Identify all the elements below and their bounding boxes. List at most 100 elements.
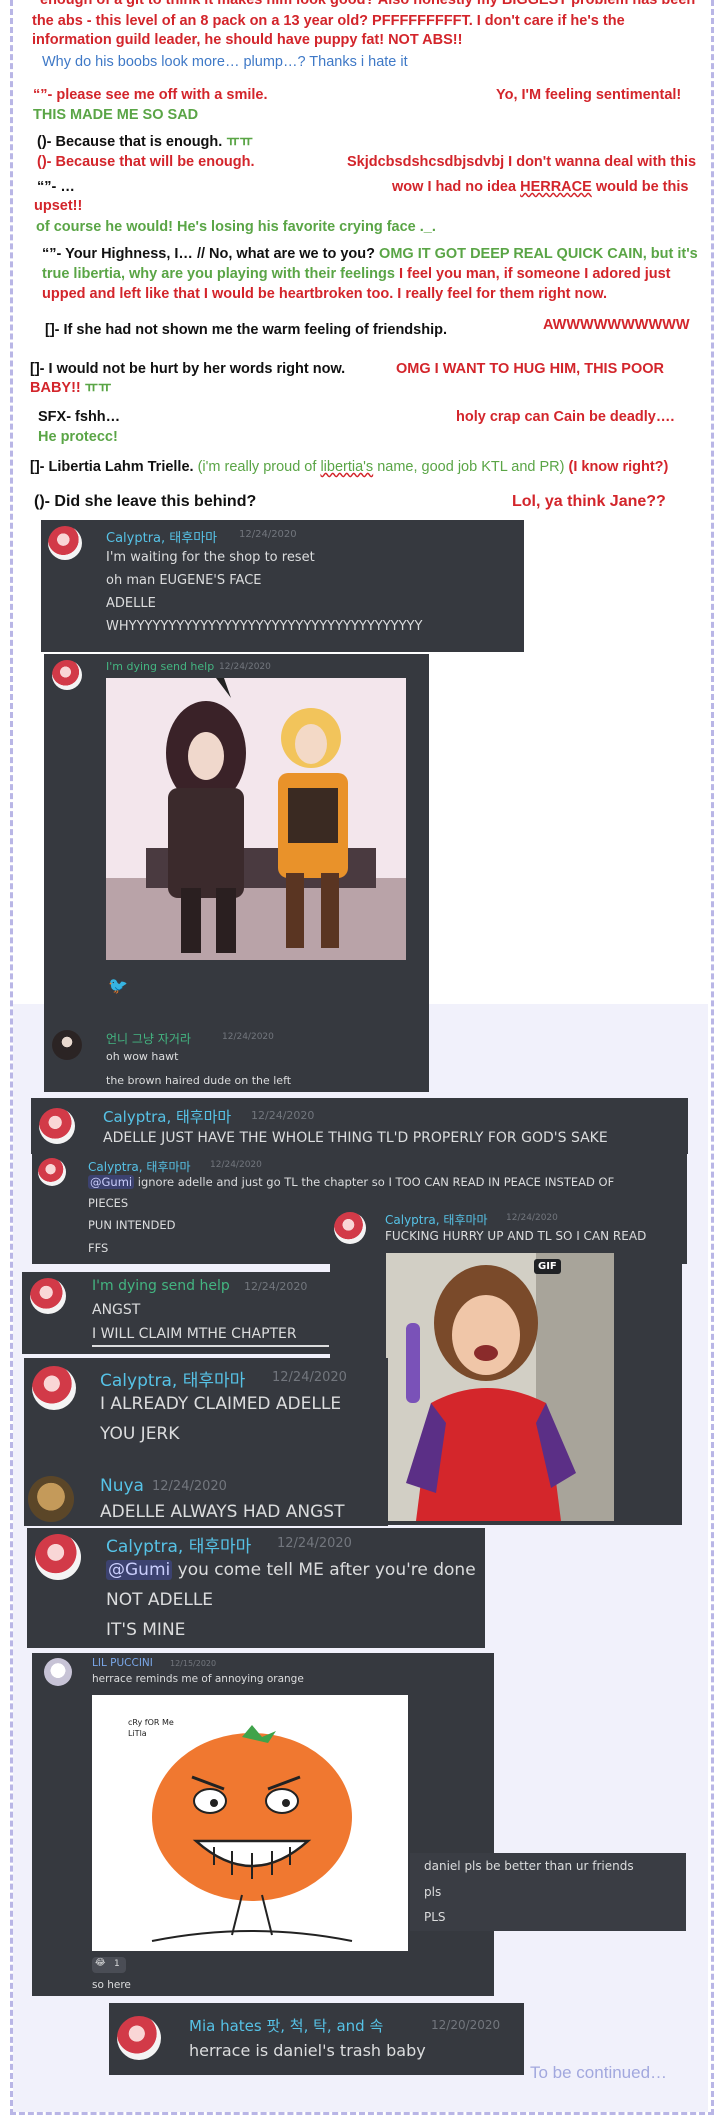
username[interactable]: Calyptra, 태후마마 (88, 1158, 191, 1175)
timestamp: 12/24/2020 (210, 1160, 262, 1170)
message-line: IT'S MINE (106, 1620, 186, 1640)
message-line: oh wow hawt (106, 1050, 179, 1063)
message-line: herrace is daniel's trash baby (189, 2041, 426, 2060)
avatar (30, 1278, 66, 1314)
translation-line: ()- Because that is enough. ㅠㅠ (37, 134, 254, 150)
comment: Skjdcbsdshcsdbjsdvbj I don't wanna deal … (347, 154, 697, 170)
timestamp: 12/20/2020 (431, 2018, 501, 2032)
attached-image[interactable] (106, 678, 406, 960)
crying-girl-gif (386, 1253, 614, 1521)
chat-message: daniel pls be better than ur friends pls… (410, 1853, 686, 1931)
commentary-line: the abs - this level of an 8 pack on a 1… (32, 13, 625, 29)
comment: Lol, ya think Jane?? (512, 493, 666, 510)
message-line: NOT ADELLE (106, 1590, 214, 1610)
avatar (39, 1108, 75, 1144)
comment: wow I had no idea HERRACE would be this (392, 179, 689, 195)
avatar (35, 1534, 81, 1580)
avatar (52, 1030, 82, 1060)
attached-drawing[interactable]: cRy fOR Me LiTla (92, 1695, 408, 1951)
message-line: @Gumi you come tell ME after you're done (106, 1560, 476, 1580)
translation-line: SFX- fshh… (38, 409, 121, 425)
timestamp: 12/24/2020 (219, 662, 271, 672)
manhwa-panel-image (106, 678, 406, 960)
reaction-count: 1 (114, 1959, 120, 1969)
chat-message: Calyptra, 태후마마 12/24/2020 @Gumi you come… (27, 1528, 485, 1648)
message-line: @Gumi ignore adelle and just go TL the c… (88, 1175, 615, 1189)
chat-message: I'm dying send help 12/24/2020 ANGST I W… (22, 1272, 334, 1354)
chat-message: I'm dying send help 12/24/2020 🐦 언니 그냥 자… (44, 654, 429, 1092)
avatar (48, 526, 82, 560)
underline (92, 1345, 329, 1347)
timestamp: 12/24/2020 (244, 1280, 308, 1293)
message-line: so here (92, 1979, 131, 1991)
comment: THIS MADE ME SO SAD (33, 107, 199, 123)
username[interactable]: I'm dying send help (92, 1278, 230, 1294)
avatar (117, 2016, 161, 2060)
username[interactable]: Calyptra, 태후마마 (103, 1106, 231, 1127)
username[interactable]: 언니 그냥 자거라 (106, 1030, 191, 1047)
translation-line: ()- Because that will be enough. (37, 154, 255, 170)
comment: OMG I WANT TO HUG HIM, THIS POOR (396, 361, 664, 377)
message-line: ANGST (92, 1302, 141, 1318)
username[interactable]: Calyptra, 태후마마 (385, 1211, 488, 1228)
message-line: the brown haired dude on the left (106, 1074, 292, 1087)
translation-line: “”- Your Highness, I… // No, what are we… (42, 246, 698, 262)
username[interactable]: Nuya (100, 1476, 144, 1496)
username[interactable]: LIL PUCCINI (92, 1657, 153, 1669)
username[interactable]: Calyptra, 태후마마 (100, 1366, 245, 1391)
chat-message: Calyptra, 태후마마 12/24/2020 ADELLE JUST HA… (31, 1098, 688, 1154)
avatar (28, 1476, 74, 1522)
message-line: PUN INTENDED (88, 1218, 176, 1232)
translation-line: []- If she had not shown me the warm fee… (45, 322, 447, 338)
timestamp: 12/24/2020 (277, 1536, 352, 1551)
message-line: PIECES (88, 1196, 129, 1210)
username[interactable]: Mia hates 팟, 척, 탁, and 속 (189, 2015, 383, 2036)
chat-message: Calyptra, 태후마마 12/24/2020 I'm waiting fo… (41, 520, 524, 652)
translation-line: “”- … (37, 179, 75, 195)
message-line: YOU JERK (100, 1424, 180, 1444)
commentary-line: enough of a git to think it makes him lo… (40, 0, 696, 8)
timestamp: 12/24/2020 (506, 1213, 558, 1223)
message-line: herrace reminds me of annoying orange (92, 1673, 304, 1685)
annoying-orange-drawing (151, 1725, 353, 1942)
to-be-continued: To be continued… (530, 2063, 668, 2082)
translation-line: []- Libertia Lahm Trielle. (i'm really p… (30, 459, 669, 475)
message-line: ADELLE JUST HAVE THE WHOLE THING TL'D PR… (103, 1130, 608, 1146)
timestamp: 12/24/2020 (251, 1109, 315, 1122)
message-line: PLS (424, 1910, 446, 1924)
translation-line: []- I would not be hurt by her words rig… (30, 361, 346, 377)
message-line: oh man EUGENE'S FACE (106, 573, 262, 588)
avatar (44, 1658, 72, 1686)
translation-line: “”- please see me off with a smile. (33, 87, 268, 103)
user-mention[interactable]: @Gumi (88, 1175, 135, 1189)
comment: upped and left like that I would be hear… (42, 286, 608, 302)
message-line: I WILL CLAIM MTHE CHAPTER (92, 1326, 297, 1342)
timestamp: 12/15/2020 (170, 1659, 217, 1668)
avatar (52, 660, 82, 690)
chat-message: LIL PUCCINI 12/15/2020 herrace reminds m… (32, 1653, 494, 1996)
message-line: WHYYYYYYYYYYYYYYYYYYYYYYYYYYYYYYYYYYYYY (106, 619, 423, 634)
user-mention[interactable]: @Gumi (106, 1560, 173, 1580)
reaction-chip[interactable]: 😂 1 (92, 1957, 126, 1973)
timestamp: 12/24/2020 (222, 1032, 274, 1042)
message-line: ADELLE (106, 596, 156, 611)
message-line: FUCKING HURRY UP AND TL SO I CAN READ (385, 1229, 647, 1243)
comment: AWWWWWWWWWW (543, 317, 690, 333)
commentary-line: information guild leader, he should have… (32, 32, 463, 48)
reaction-emoji[interactable]: 🐦 (108, 976, 128, 995)
username[interactable]: Calyptra, 태후마마 (106, 1532, 251, 1557)
avatar (38, 1158, 66, 1186)
chat-message: Calyptra, 태후마마 12/24/2020 I ALREADY CLAI… (24, 1358, 388, 1526)
chat-message: Mia hates 팟, 척, 탁, and 속 12/20/2020 herr… (109, 2003, 524, 2075)
username[interactable]: Calyptra, 태후마마 (106, 527, 217, 546)
timestamp: 12/24/2020 (272, 1370, 347, 1385)
message-line: daniel pls be better than ur friends (424, 1859, 634, 1873)
username[interactable]: I'm dying send help (106, 660, 214, 673)
comment: Yo, I'M feeling sentimental! (496, 87, 682, 103)
attached-gif[interactable]: GIF (386, 1253, 614, 1521)
message-line: I ALREADY CLAIMED ADELLE (100, 1394, 342, 1414)
comment: true libertia, why are you playing with … (42, 266, 671, 282)
comment: (i'm really proud of libertia's name, go… (197, 459, 565, 475)
translation-line: ()- Did she leave this behind? (34, 493, 257, 510)
commentary-line: Why do his boobs look more… plump…? Than… (42, 54, 408, 70)
